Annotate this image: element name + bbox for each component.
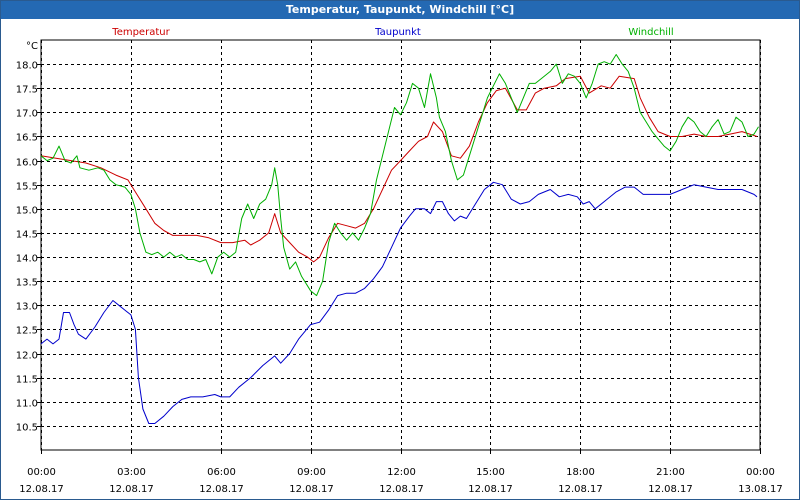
y-tick-label: 12.5 <box>16 326 38 337</box>
chart-window: Temperatur, Taupunkt, Windchill [°C] 10.… <box>0 0 800 500</box>
plot-area <box>40 39 761 451</box>
x-tick-label-date: 12.08.17 <box>19 484 64 495</box>
y-tick-label: 11.5 <box>16 375 38 386</box>
x-tick-label-time: 21:00 <box>656 467 685 478</box>
y-tick-label: 15.0 <box>16 206 38 217</box>
legend-temperatur: Temperatur <box>111 27 170 38</box>
x-tick-label-time: 09:00 <box>297 467 326 478</box>
y-tick-label: 11.0 <box>16 399 38 410</box>
x-tick-label-date: 12.08.17 <box>648 484 693 495</box>
y-tick-label: 18.0 <box>16 61 38 72</box>
x-tick-label-date: 12.08.17 <box>109 484 154 495</box>
y-tick-label: 14.5 <box>16 230 38 241</box>
x-tick-label-time: 18:00 <box>566 467 595 478</box>
y-tick-label: 10.5 <box>16 423 38 434</box>
y-tick-label: 13.0 <box>16 302 38 313</box>
y-tick-label: 16.5 <box>16 133 38 144</box>
x-tick-label-date: 12.08.17 <box>468 484 513 495</box>
chart-title: Temperatur, Taupunkt, Windchill [°C] <box>1 1 799 19</box>
y-tick-label: 12.0 <box>16 351 38 362</box>
x-tick-label-date: 12.08.17 <box>199 484 244 495</box>
line-chart: 10.5 11.0 11.5 12.0 12.5 13.0 13.5 14.0 14.5 15.0… <box>16 27 783 495</box>
x-tick-label-time: 15:00 <box>476 467 505 478</box>
y-tick-label: 13.5 <box>16 278 38 289</box>
y-tick-label: 14.0 <box>16 254 38 265</box>
legend-taupunkt: Taupunkt <box>374 27 421 38</box>
x-tick-label-time: 00:00 <box>746 467 775 478</box>
legend-windchill: Windchill <box>628 27 673 38</box>
x-tick-label-time: 12:00 <box>387 467 416 478</box>
x-tick-label-date: 12.08.17 <box>379 484 424 495</box>
x-tick-label-date: 13.08.17 <box>738 484 783 495</box>
y-axis-label: °C <box>26 41 38 52</box>
y-tick-label: 17.5 <box>16 85 38 96</box>
x-tick-label-time: 06:00 <box>207 467 236 478</box>
x-tick-label-date: 12.08.17 <box>289 484 334 495</box>
y-tick-label: 16.0 <box>16 158 38 169</box>
x-tick-label-time: 00:00 <box>27 467 56 478</box>
y-tick-label: 15.5 <box>16 182 38 193</box>
x-tick-label-time: 03:00 <box>117 467 146 478</box>
x-tick-label-date: 12.08.17 <box>558 484 603 495</box>
y-tick-label: 17.0 <box>16 109 38 120</box>
